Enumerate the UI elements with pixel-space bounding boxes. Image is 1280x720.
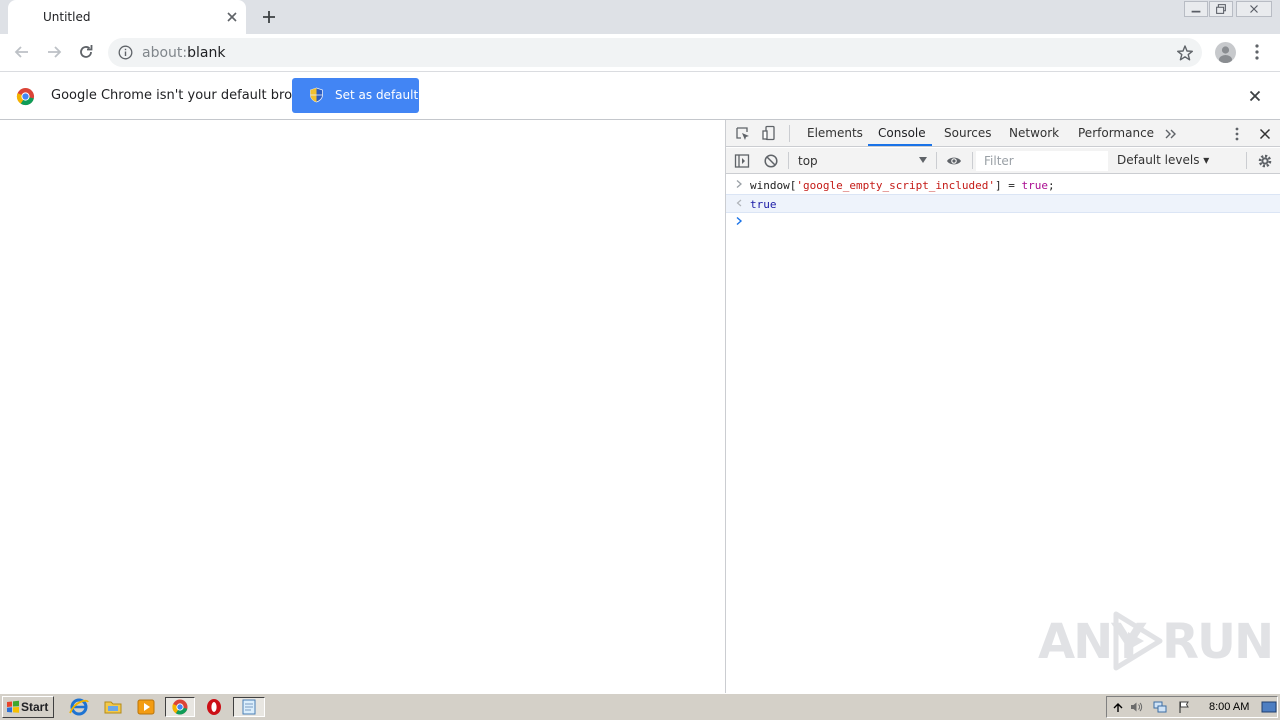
- notepad-taskbar-button[interactable]: [233, 697, 265, 717]
- volume-icon[interactable]: [1129, 700, 1143, 714]
- toolbar-separator: [936, 152, 937, 169]
- chrome-icon: [172, 699, 188, 715]
- console-toolbar: top Filter Default levels ▾: [726, 148, 1280, 174]
- network-icon[interactable]: [1153, 700, 1167, 714]
- start-button[interactable]: Start: [2, 696, 54, 718]
- tab-title: Untitled: [43, 10, 91, 24]
- live-expression-eye-icon[interactable]: [946, 153, 962, 169]
- taskbar-clock[interactable]: 8:00 AM: [1209, 701, 1249, 713]
- devtools-separator: [789, 125, 790, 142]
- windows-flag-icon: [7, 700, 19, 713]
- uac-shield-icon: [310, 87, 323, 103]
- console-command: window['google_empty_script_included'] =…: [750, 179, 1055, 192]
- result-arrow-icon: [736, 199, 742, 207]
- console-result-value: true: [750, 198, 777, 211]
- device-toolbar-icon[interactable]: [761, 125, 777, 141]
- chrome-logo-icon: [16, 87, 35, 106]
- page-content[interactable]: [0, 120, 725, 693]
- default-browser-infobar: Google Chrome isn't your default browser…: [0, 71, 1280, 120]
- devtools-tab-bar: Elements Console Sources Network Perform…: [726, 120, 1280, 147]
- context-dropdown-caret-icon[interactable]: [919, 156, 927, 164]
- start-label: Start: [21, 700, 49, 714]
- code-mid: ] =: [995, 179, 1022, 192]
- code-suffix: ;: [1048, 179, 1055, 192]
- notepad-icon: [242, 699, 256, 715]
- ie-icon[interactable]: [67, 697, 91, 717]
- active-prompt-chevron-icon: [736, 216, 743, 226]
- toolbar-separator: [972, 152, 973, 169]
- reload-icon[interactable]: [76, 42, 96, 62]
- star-icon[interactable]: [1176, 44, 1194, 62]
- log-levels-dropdown[interactable]: Default levels ▾: [1117, 153, 1209, 167]
- tab-performance[interactable]: Performance: [1078, 126, 1154, 140]
- context-selector[interactable]: top: [798, 154, 818, 168]
- set-as-default-label: Set as default: [335, 88, 419, 102]
- close-infobar-icon[interactable]: [1248, 89, 1262, 103]
- minimize-window-icon[interactable]: [1184, 1, 1208, 17]
- devtools-menu-icon[interactable]: [1229, 126, 1245, 142]
- browser-tab[interactable]: Untitled: [8, 0, 246, 34]
- tab-console[interactable]: Console: [878, 126, 926, 140]
- show-hidden-icons-icon[interactable]: [1111, 700, 1125, 714]
- watermark-play-icon: [1113, 611, 1163, 671]
- watermark-right-text: RUN: [1162, 614, 1274, 670]
- browser-toolbar: about:blank: [0, 34, 1280, 71]
- close-tab-icon[interactable]: [224, 9, 240, 25]
- infobar-message: Google Chrome isn't your default browser: [51, 88, 323, 103]
- console-result-line[interactable]: true: [726, 194, 1280, 213]
- input-prompt-chevron-icon: [736, 180, 742, 188]
- more-tabs-chevron-icon[interactable]: [1163, 126, 1179, 142]
- system-tray: 8:00 AM: [1106, 696, 1278, 718]
- address-bar[interactable]: about:blank: [108, 38, 1202, 67]
- tab-sources[interactable]: Sources: [944, 126, 991, 140]
- show-sidebar-icon[interactable]: [734, 153, 750, 169]
- url-scheme: about:: [142, 45, 188, 61]
- screen: Untitled about:blank Google Chrome isn't…: [0, 0, 1280, 720]
- clear-console-icon[interactable]: [763, 153, 779, 169]
- console-input-line[interactable]: window['google_empty_script_included'] =…: [726, 176, 1280, 195]
- code-string-literal: 'google_empty_script_included': [796, 179, 996, 192]
- console-filter-input[interactable]: Filter: [976, 151, 1108, 171]
- restore-window-icon[interactable]: [1209, 1, 1233, 17]
- explorer-folder-icon[interactable]: [101, 697, 125, 717]
- opera-icon[interactable]: [202, 697, 226, 717]
- toolbar-separator: [1246, 152, 1247, 169]
- url-text: about:blank: [142, 45, 225, 61]
- console-settings-gear-icon[interactable]: [1257, 153, 1273, 169]
- menu-kebab-icon[interactable]: [1254, 43, 1260, 61]
- console-prompt-line[interactable]: [726, 213, 1280, 232]
- url-path: blank: [187, 45, 226, 61]
- filter-placeholder: Filter: [984, 154, 1014, 168]
- profile-icon[interactable]: [1215, 42, 1236, 63]
- back-arrow-icon[interactable]: [12, 42, 32, 62]
- tab-strip: Untitled: [0, 0, 1280, 34]
- anyrun-watermark: ANY RUN: [1038, 608, 1274, 674]
- code-boolean-literal: true: [1021, 179, 1049, 192]
- close-devtools-icon[interactable]: [1257, 126, 1273, 142]
- show-desktop-icon[interactable]: [1261, 700, 1277, 714]
- info-icon[interactable]: [118, 45, 133, 60]
- windows-taskbar: Start 8:00 AM: [0, 693, 1280, 720]
- inspect-element-icon[interactable]: [735, 126, 751, 142]
- set-as-default-button[interactable]: Set as default: [292, 78, 419, 113]
- active-tab-indicator: [868, 144, 932, 146]
- media-player-icon[interactable]: [134, 697, 158, 717]
- tab-elements[interactable]: Elements: [807, 126, 863, 140]
- new-tab-icon[interactable]: [260, 8, 278, 26]
- code-prefix: window[: [750, 179, 797, 192]
- forward-arrow-icon[interactable]: [44, 42, 64, 62]
- tab-network[interactable]: Network: [1009, 126, 1059, 140]
- toolbar-separator: [788, 152, 789, 169]
- action-center-flag-icon[interactable]: [1177, 700, 1191, 714]
- close-window-icon[interactable]: [1236, 1, 1272, 17]
- log-levels-label: Default levels: [1117, 153, 1200, 167]
- chrome-taskbar-button[interactable]: [165, 697, 195, 717]
